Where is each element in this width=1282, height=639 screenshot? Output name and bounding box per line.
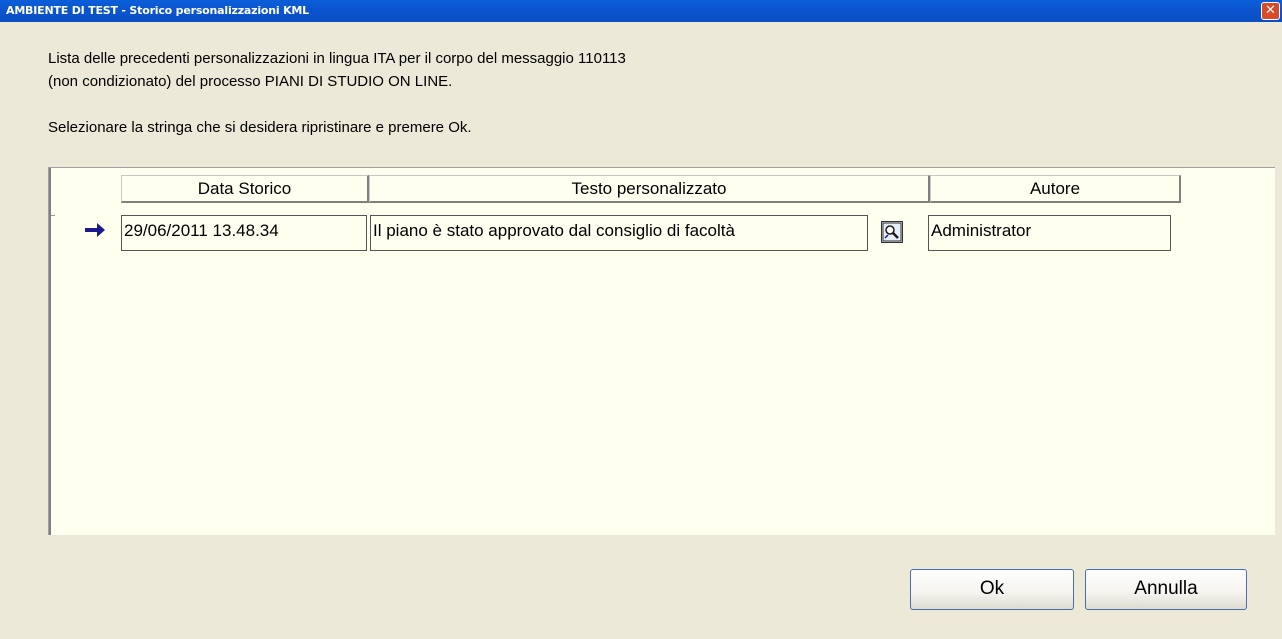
grid-border bbox=[49, 168, 51, 535]
column-header-date[interactable]: Data Storico bbox=[121, 175, 369, 203]
zoom-button[interactable] bbox=[881, 221, 903, 243]
window-title: AMBIENTE DI TEST - Storico personalizzaz… bbox=[6, 4, 309, 17]
zoom-icon bbox=[882, 222, 902, 242]
row-marker bbox=[51, 215, 55, 219]
column-header-author[interactable]: Autore bbox=[930, 175, 1181, 203]
close-button[interactable]: ✕ bbox=[1261, 2, 1280, 20]
arrow-right-icon bbox=[85, 223, 105, 237]
instruction-text: Selezionare la stringa che si desidera r… bbox=[48, 119, 472, 136]
description-line-2: (non condizionato) del processo PIANI DI… bbox=[48, 73, 453, 90]
cell-text[interactable]: Il piano è stato approvato dal consiglio… bbox=[370, 215, 868, 251]
cancel-button[interactable]: Annulla bbox=[1085, 569, 1247, 610]
ok-button[interactable]: Ok bbox=[910, 569, 1074, 610]
history-grid[interactable]: Data Storico Testo personalizzato Autore… bbox=[48, 167, 1275, 535]
title-bar[interactable]: AMBIENTE DI TEST - Storico personalizzaz… bbox=[0, 0, 1282, 22]
cell-author[interactable]: Administrator bbox=[928, 215, 1171, 251]
cell-date[interactable]: 29/06/2011 13.48.34 bbox=[121, 215, 367, 251]
close-icon: ✕ bbox=[1265, 3, 1276, 18]
column-header-text[interactable]: Testo personalizzato bbox=[369, 175, 930, 203]
description-line-1: Lista delle precedenti personalizzazioni… bbox=[48, 50, 626, 67]
